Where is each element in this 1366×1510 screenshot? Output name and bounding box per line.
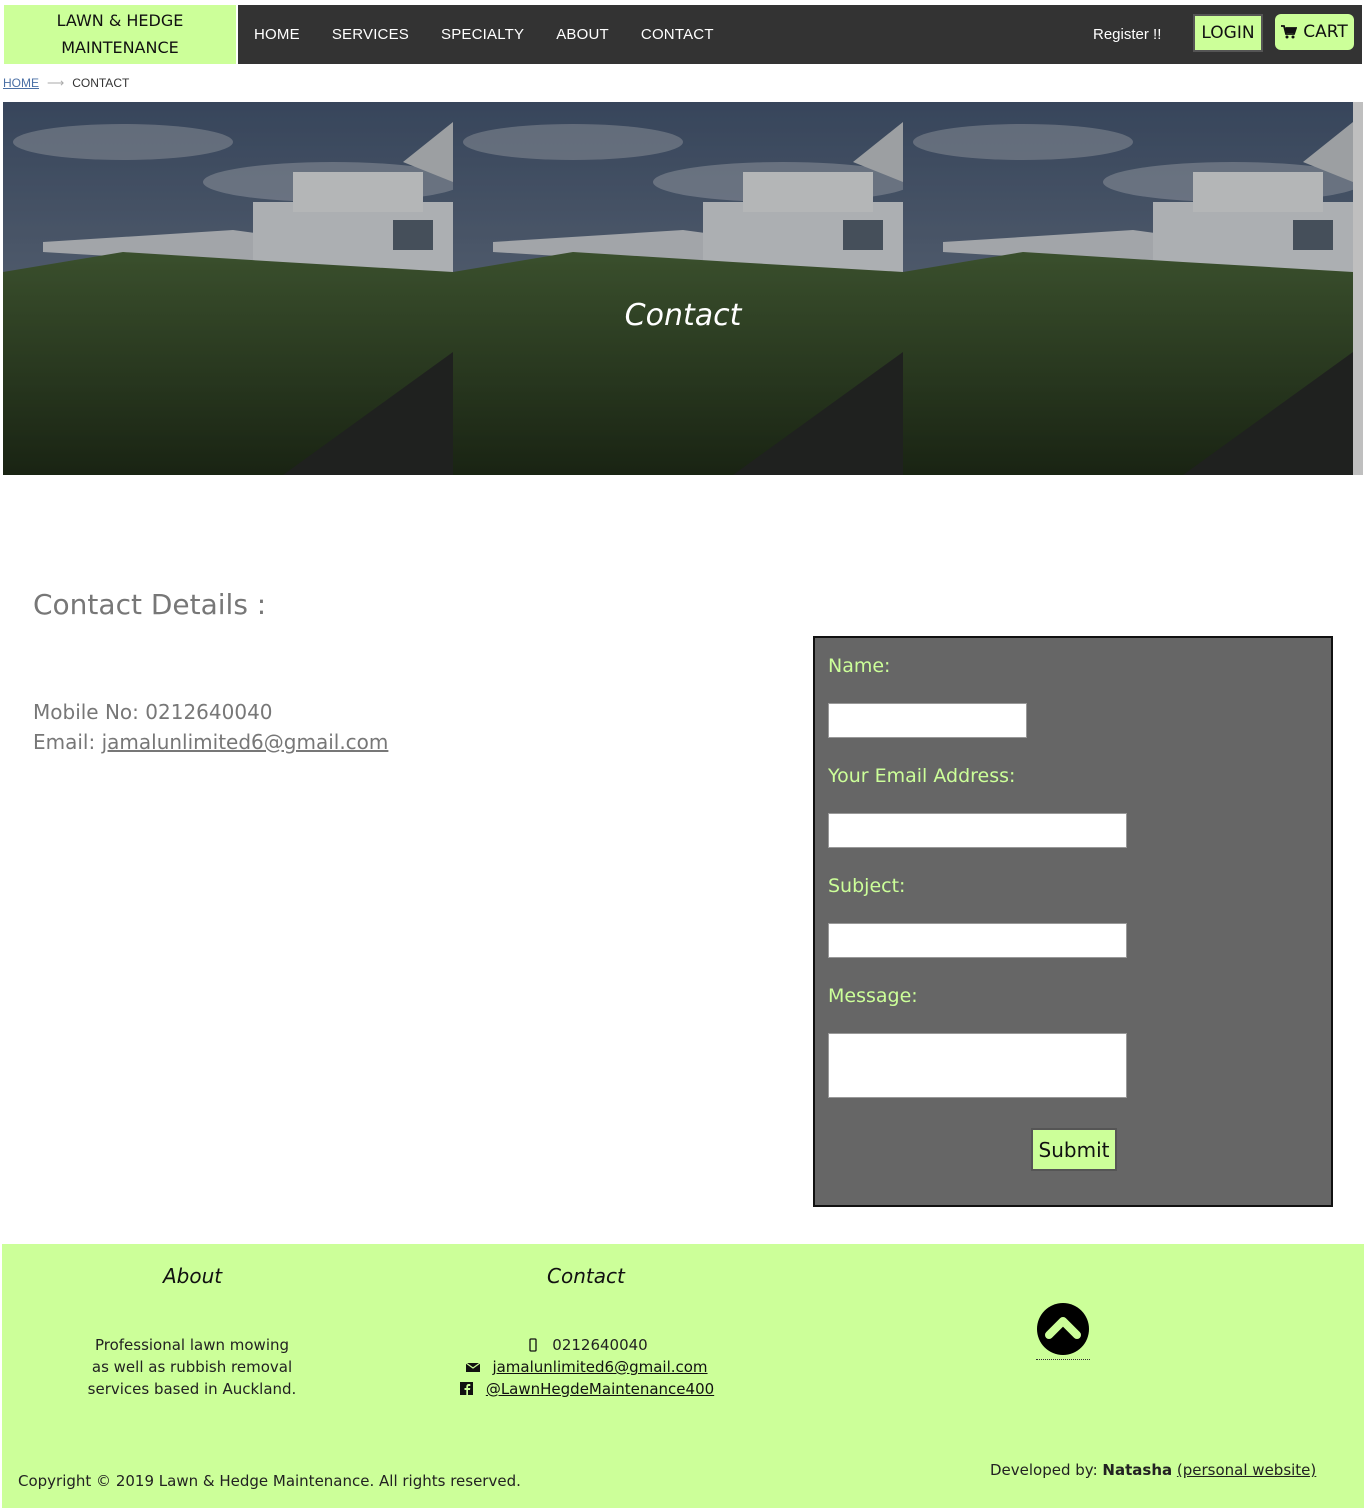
envelope-icon: [466, 1362, 481, 1372]
contact-details-heading: Contact Details :: [33, 588, 267, 621]
login-button[interactable]: LOGIN: [1193, 14, 1263, 52]
email-line: Email: jamalunlimited6@gmail.com: [33, 730, 388, 754]
logo-divider: [236, 5, 238, 64]
email-label: Your Email Address:: [828, 765, 1016, 787]
hero-dark-overlay: [3, 102, 1363, 475]
contact-form: Name: Your Email Address: Subject: Messa…: [813, 636, 1333, 1207]
nav-about-link[interactable]: ABOUT: [556, 26, 609, 43]
facebook-icon: [459, 1382, 473, 1395]
email-input[interactable]: [828, 813, 1127, 848]
submit-button[interactable]: Submit: [1031, 1128, 1117, 1171]
name-label: Name:: [828, 655, 891, 677]
email-label: Email:: [33, 730, 96, 754]
footer-email-row: jamalunlimited6@gmail.com: [452, 1356, 722, 1378]
cart-label: CART: [1303, 22, 1348, 42]
cart-button[interactable]: CART: [1275, 14, 1354, 50]
about-line: Professional lawn mowing: [94, 1336, 290, 1354]
chevron-up-circle-icon: [1037, 1303, 1089, 1355]
back-to-top-button[interactable]: [1036, 1302, 1090, 1360]
mobile-phone-icon: [529, 1338, 537, 1352]
dev-prefix: Developed by:: [990, 1461, 1098, 1479]
top-navbar: LAWN & HEDGE MAINTENANCE HOME SERVICES S…: [4, 5, 1362, 64]
footer-facebook-link[interactable]: @LawnHegdeMaintenance400: [486, 1378, 714, 1400]
footer-phone-row: 0212640040: [452, 1334, 722, 1356]
email-link[interactable]: jamalunlimited6@gmail.com: [102, 730, 389, 754]
register-link[interactable]: Register !!: [1093, 5, 1161, 64]
brand-logo[interactable]: LAWN & HEDGE MAINTENANCE: [4, 5, 236, 64]
nav-contact-link[interactable]: CONTACT: [641, 26, 714, 43]
subject-label: Subject:: [828, 875, 906, 897]
name-input[interactable]: [828, 703, 1027, 738]
footer-contact-heading: Contact: [547, 1264, 625, 1288]
copyright-text: Copyright © 2019 Lawn & Hedge Maintenanc…: [18, 1472, 521, 1490]
breadcrumb-current: CONTACT: [72, 76, 130, 90]
nav-specialty-link[interactable]: SPECIALTY: [441, 26, 524, 43]
message-label: Message:: [828, 985, 918, 1007]
footer: About Contact Professional lawn mowing a…: [2, 1244, 1364, 1508]
mobile-number-line: Mobile No: 0212640040: [33, 700, 273, 724]
footer-facebook-row: @LawnHegdeMaintenance400: [452, 1378, 722, 1400]
hero-banner: Contact: [3, 102, 1363, 475]
footer-about-text: Professional lawn mowing as well as rubb…: [72, 1334, 312, 1400]
footer-email-link[interactable]: jamalunlimited6@gmail.com: [492, 1356, 707, 1378]
dev-name: Natasha: [1102, 1461, 1173, 1479]
mobile-value: 0212640040: [145, 700, 273, 724]
footer-about-heading: About: [163, 1264, 223, 1288]
main-menu: HOME SERVICES SPECIALTY ABOUT CONTACT: [254, 5, 746, 64]
breadcrumb-home-link[interactable]: HOME: [3, 76, 39, 90]
subject-input[interactable]: [828, 923, 1127, 958]
hero-title: Contact: [624, 298, 742, 333]
brand-line2: MAINTENANCE: [61, 38, 179, 57]
nav-services-link[interactable]: SERVICES: [332, 26, 409, 43]
mobile-label: Mobile No:: [33, 700, 139, 724]
breadcrumb-separator: ⟶: [47, 76, 65, 90]
footer-phone: 0212640040: [552, 1336, 648, 1354]
brand-line1: LAWN & HEDGE: [56, 11, 184, 30]
developer-credit: Developed by: Natasha (personal website): [990, 1461, 1316, 1479]
shopping-cart-icon: [1281, 25, 1298, 39]
footer-contact-list: 0212640040 jamalunlimited6@gmail.com @La…: [452, 1334, 722, 1400]
about-line: as well as rubbish removal: [91, 1358, 293, 1376]
nav-home-link[interactable]: HOME: [254, 26, 300, 43]
personal-website-link[interactable]: (personal website): [1177, 1461, 1316, 1479]
message-textarea[interactable]: [828, 1033, 1127, 1098]
breadcrumb: HOME ⟶ CONTACT: [3, 76, 129, 90]
about-line: services based in Auckland.: [87, 1380, 297, 1398]
